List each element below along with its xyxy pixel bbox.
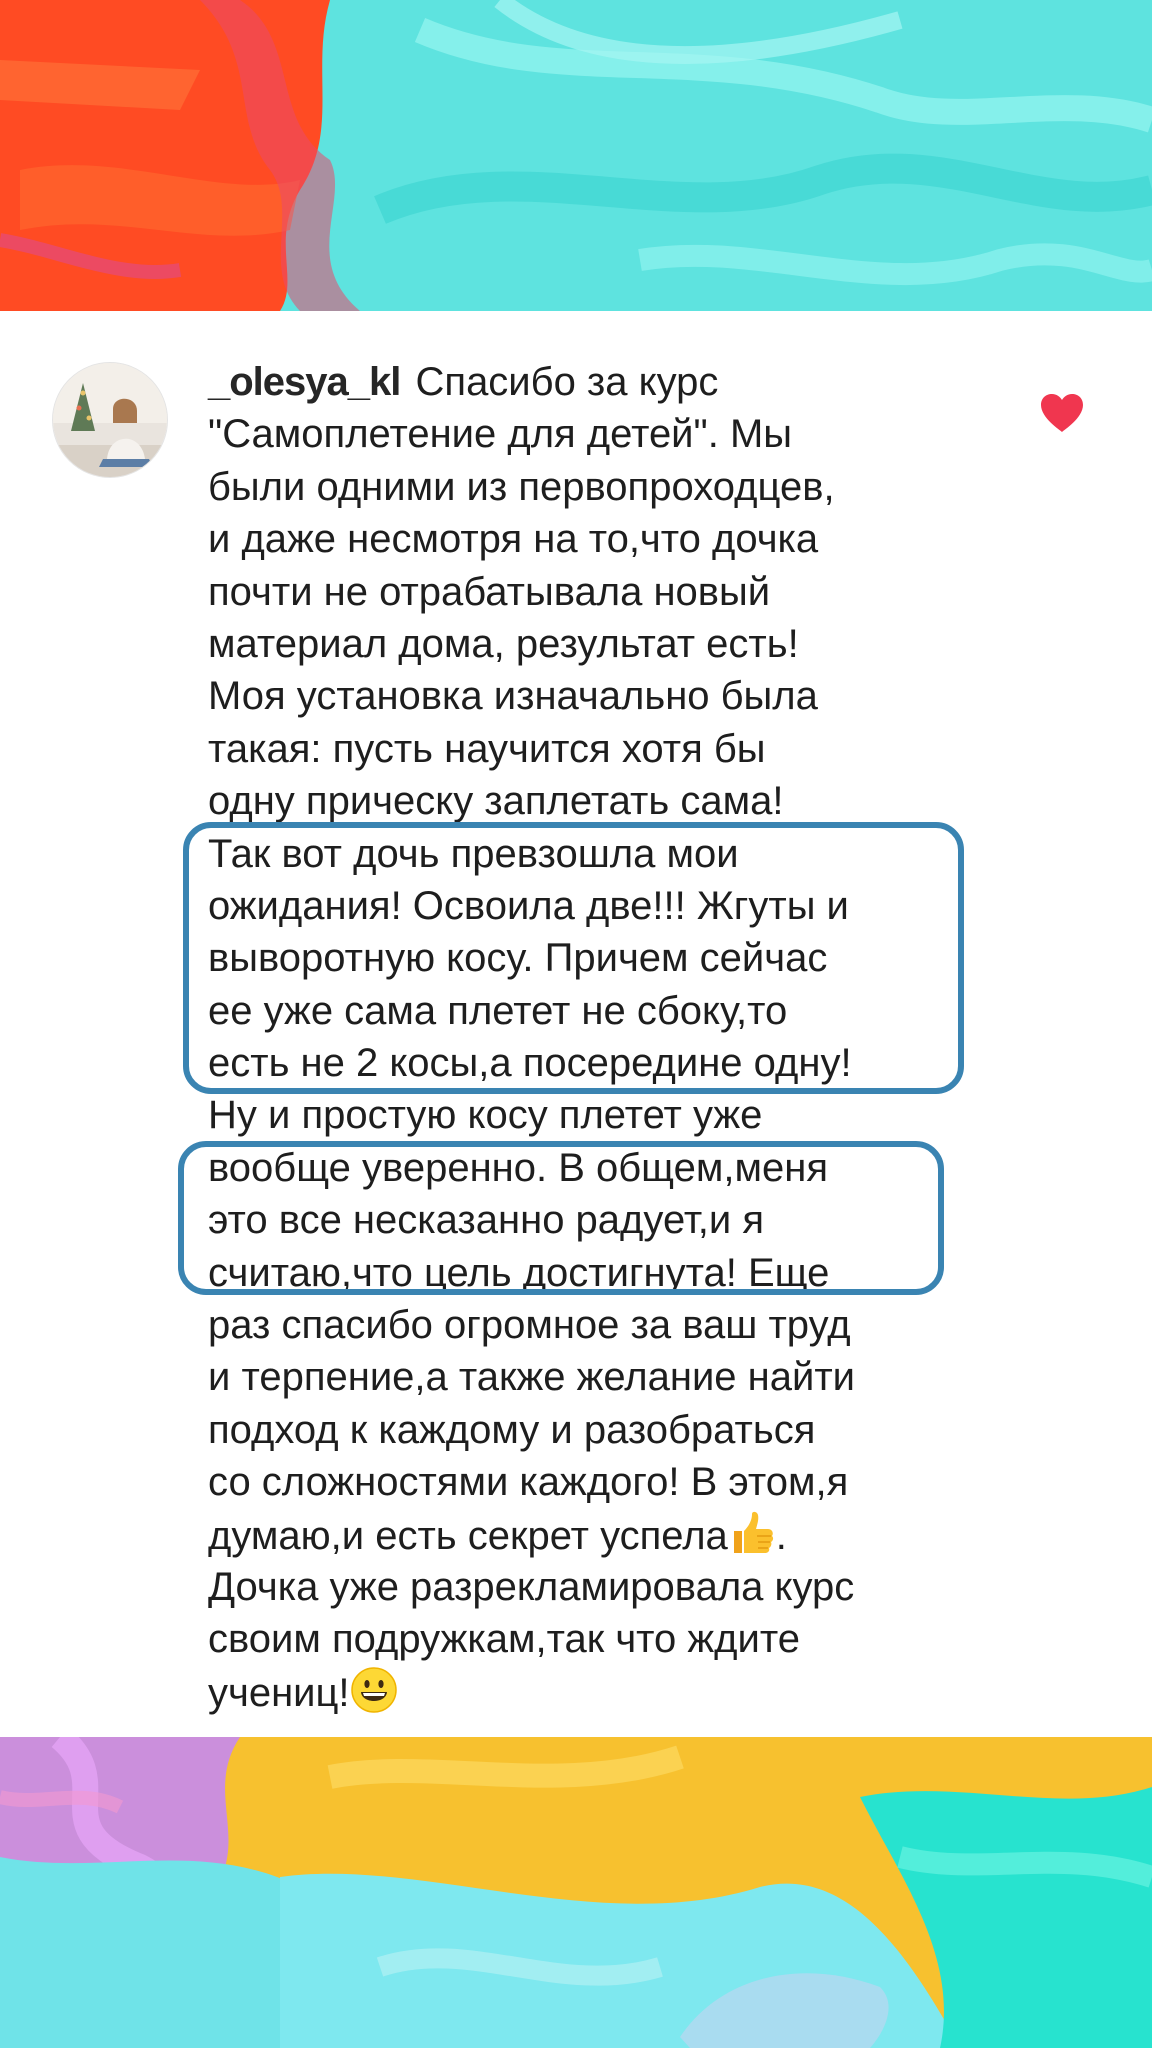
comment-line: одну прическу заплетать сама! (208, 779, 784, 824)
comment-line: "Самоплетение для детей". Мы (208, 412, 793, 457)
comment-line-text: думаю,и есть секрет успела (208, 1513, 728, 1558)
bottom-decorative-banner (0, 1737, 1152, 2048)
comment-line: были одними из первопроходцев, (208, 464, 835, 509)
user-avatar[interactable] (52, 362, 168, 478)
comment-line-text: . (775, 1513, 787, 1558)
comment-line: Моя установка изначально была (208, 674, 818, 719)
comment-line: Дочка уже разрекламировала курс (208, 1564, 855, 1609)
comment-line: своим подружкам,так что ждите (208, 1617, 800, 1662)
comment-line: такая: пусть научится хотя бы (208, 726, 766, 771)
comment-line: материал дома, результат есть! (208, 621, 799, 666)
username-link[interactable]: _olesya_kl (208, 360, 401, 404)
comment-line-text: Спасибо за курс (415, 360, 719, 404)
comment-line: почти не отрабатывала новый (208, 569, 771, 614)
top-decorative-banner (0, 0, 1152, 311)
comment-line: со сложностями каждого! В этом,я (208, 1460, 849, 1505)
highlight-box-goal-achieved (178, 1141, 944, 1295)
comment-line: _olesya_kl Спасибо за курс (208, 356, 988, 408)
highlight-box-two-hairstyles (183, 822, 964, 1094)
comment-line: думаю,и есть секрет успела. (208, 1509, 988, 1561)
heart-icon[interactable] (1039, 393, 1085, 433)
comment-line: Ну и простую косу плетет уже (208, 1093, 763, 1138)
comment-line: раз спасибо огромное за ваш труд (208, 1303, 851, 1348)
thumbs-up-icon (728, 1509, 776, 1557)
comment-line: и терпение,а также желание найти (208, 1355, 856, 1400)
comment-line: подход к каждому и разобраться (208, 1407, 816, 1452)
comment-line-text: учениц! (208, 1670, 350, 1715)
comment-line: и даже несмотря на то,что дочка (208, 517, 819, 562)
grinning-face-icon (350, 1666, 398, 1714)
comment-line: учениц! (208, 1666, 988, 1718)
